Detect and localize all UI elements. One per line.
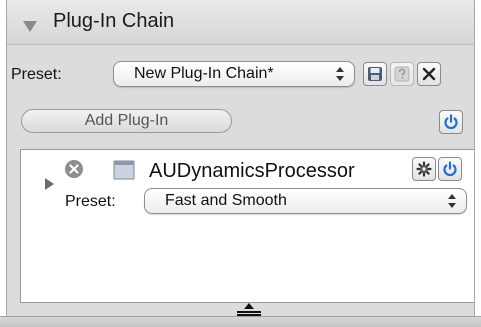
chain-preset-value: New Plug-In Chain* xyxy=(134,65,274,82)
updown-arrows-icon xyxy=(448,194,456,208)
plugin-window-icon[interactable] xyxy=(113,160,135,180)
remove-circle-icon[interactable] xyxy=(64,159,84,179)
add-plugin-button[interactable]: Add Plug-In xyxy=(21,109,232,133)
save-preset-button[interactable] xyxy=(363,62,387,86)
preset-label: Preset: xyxy=(11,66,62,83)
plugin-preset-popup[interactable]: Fast and Smooth xyxy=(144,188,467,214)
plugin-name: AUDynamicsProcessor xyxy=(149,160,355,182)
plugin-preset-value: Fast and Smooth xyxy=(165,192,287,209)
plugin-chain-panel: Plug-In Chain Preset: New Plug-In Chain*… xyxy=(6,0,475,323)
panel-title: Plug-In Chain xyxy=(53,10,175,32)
gear-icon xyxy=(416,161,432,177)
plugin-power-button[interactable] xyxy=(438,157,462,181)
chain-power-button[interactable] xyxy=(439,110,463,134)
question-mark-icon xyxy=(394,66,410,82)
disclosure-triangle-down-icon[interactable] xyxy=(23,21,37,32)
chain-preset-popup[interactable]: New Plug-In Chain* xyxy=(113,61,355,87)
panel-header[interactable]: Plug-In Chain xyxy=(7,0,474,45)
plugin-preset-label: Preset: xyxy=(65,193,116,210)
floppy-disk-icon xyxy=(368,67,382,81)
updown-arrows-icon xyxy=(336,67,344,81)
power-icon xyxy=(444,114,458,130)
power-icon xyxy=(443,161,457,177)
x-close-icon xyxy=(422,67,436,81)
close-button[interactable] xyxy=(417,62,441,86)
bottom-bar xyxy=(0,316,481,327)
expand-triangle-icon[interactable] xyxy=(45,178,54,190)
help-button[interactable] xyxy=(390,62,414,86)
plugin-settings-button[interactable] xyxy=(412,157,436,181)
